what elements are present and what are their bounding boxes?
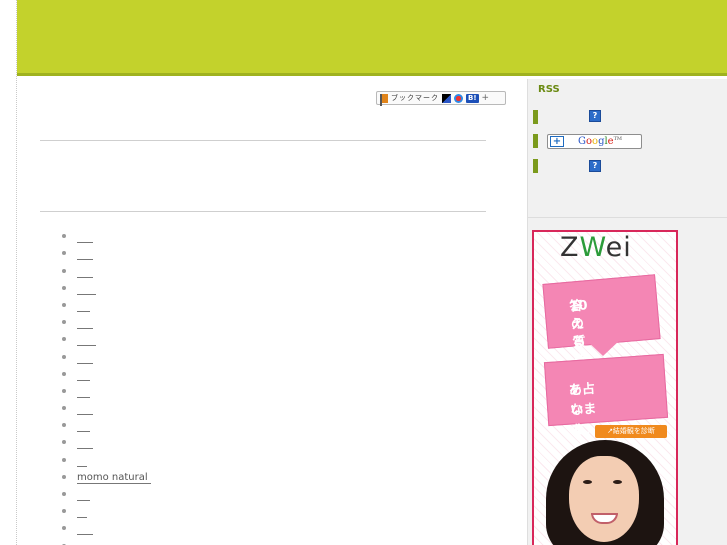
list-link[interactable] xyxy=(77,421,90,433)
rss-marker xyxy=(533,110,538,124)
divider xyxy=(40,140,486,141)
list-item xyxy=(62,484,151,501)
delicious-icon[interactable] xyxy=(442,93,451,103)
link-list: momo natural xyxy=(62,226,151,545)
list-item xyxy=(62,535,151,545)
ad-callout-2-text: あなたの結婚観 を占います！ xyxy=(568,381,599,518)
zwei-ad-banner[interactable]: ZWei 10の質問に 答えるだけ。 あなたの結婚観 を占います！ ↗結婚観を診断 xyxy=(532,230,678,545)
list-item xyxy=(62,381,151,398)
ad-callout-2: あなたの結婚観 を占います！ xyxy=(543,353,669,518)
main-content: ブックマーク B! + momo natural xyxy=(18,79,527,545)
bullet-icon xyxy=(62,474,66,479)
list-link[interactable] xyxy=(77,387,90,398)
site-header xyxy=(17,0,727,76)
list-item xyxy=(62,312,151,330)
bullet-icon xyxy=(62,302,66,307)
list-item xyxy=(62,243,151,261)
bullet-icon xyxy=(62,457,66,462)
list-item xyxy=(62,295,151,312)
list-item xyxy=(62,432,151,450)
list-link[interactable] xyxy=(77,507,87,519)
help-icon[interactable]: ? xyxy=(589,110,601,122)
list-link[interactable] xyxy=(77,456,87,467)
bullet-icon xyxy=(62,526,66,531)
bullet-icon xyxy=(62,371,66,376)
list-item xyxy=(62,364,151,381)
list-item xyxy=(62,449,151,467)
list-link[interactable] xyxy=(77,301,90,312)
list-link[interactable] xyxy=(77,267,93,278)
rss-title: RSS xyxy=(538,84,560,95)
bullet-icon xyxy=(62,423,66,428)
help-icon[interactable]: ? xyxy=(589,160,601,172)
list-link[interactable] xyxy=(77,438,93,450)
list-item xyxy=(62,398,151,416)
divider xyxy=(40,211,486,212)
add-to-google-button[interactable]: + GoogleTM xyxy=(547,134,642,149)
bullet-icon xyxy=(62,268,66,273)
list-item xyxy=(62,226,151,244)
bullet-icon xyxy=(62,354,66,359)
bullet-icon xyxy=(62,285,66,290)
list-item xyxy=(62,346,151,364)
bullet-icon xyxy=(62,337,66,342)
list-link[interactable] xyxy=(77,524,93,536)
divider xyxy=(528,217,727,218)
rss-marker xyxy=(533,134,538,148)
face-shape xyxy=(569,456,639,542)
list-link[interactable] xyxy=(77,284,97,295)
zwei-logo: ZWei xyxy=(560,232,632,263)
list-item xyxy=(62,260,151,278)
bullet-icon xyxy=(62,440,66,445)
list-item xyxy=(62,415,151,433)
ad-callout-1: 10の質問に 答えるだけ。 xyxy=(542,274,661,386)
bullet-icon xyxy=(62,406,66,411)
down-arrow-icon xyxy=(586,340,620,356)
ad-cta-button[interactable]: ↗結婚観を診断 xyxy=(595,425,667,438)
list-link[interactable] xyxy=(77,249,93,261)
list-item: momo natural xyxy=(62,467,151,484)
eye-shape xyxy=(613,480,622,484)
bullet-icon xyxy=(62,509,66,514)
add-bookmark-icon[interactable]: + xyxy=(482,93,490,103)
plus-icon: + xyxy=(550,136,564,147)
eye-shape xyxy=(583,480,592,484)
list-link[interactable] xyxy=(77,404,93,416)
list-link[interactable] xyxy=(77,232,93,244)
list-link[interactable] xyxy=(77,353,93,364)
ad-callout-1-text: 10の質問に 答えるだけ。 xyxy=(568,298,602,386)
bullet-icon xyxy=(62,492,66,496)
list-item xyxy=(62,329,151,347)
rss-marker xyxy=(533,159,538,173)
list-item xyxy=(62,278,151,295)
bullet-icon xyxy=(62,320,66,325)
google-logo: GoogleTM xyxy=(578,136,623,147)
list-link[interactable] xyxy=(77,318,93,330)
list-link[interactable]: momo natural xyxy=(77,472,151,484)
bookmark-flag-icon xyxy=(380,93,388,106)
livedoor-clip-icon[interactable] xyxy=(454,93,463,103)
page: ブックマーク B! + momo natural RSS ? + GoogleT… xyxy=(0,0,727,545)
left-margin xyxy=(0,0,17,545)
list-link[interactable] xyxy=(77,335,97,347)
list-link[interactable] xyxy=(77,490,90,501)
list-link[interactable] xyxy=(77,370,90,381)
hatena-bookmark-icon[interactable]: B! xyxy=(466,93,479,103)
bullet-icon xyxy=(62,251,66,256)
bullet-icon xyxy=(62,388,66,393)
sidebar: RSS ? + GoogleTM ? ZWei 10の質問に 答えるだけ。 あなた… xyxy=(527,79,727,545)
social-bookmark-bar[interactable]: ブックマーク B! + xyxy=(376,91,506,106)
list-item xyxy=(62,518,151,536)
bullet-icon xyxy=(62,234,66,239)
model-photo xyxy=(542,440,666,545)
bookmark-label: ブックマーク xyxy=(391,94,439,102)
list-item xyxy=(62,501,151,519)
